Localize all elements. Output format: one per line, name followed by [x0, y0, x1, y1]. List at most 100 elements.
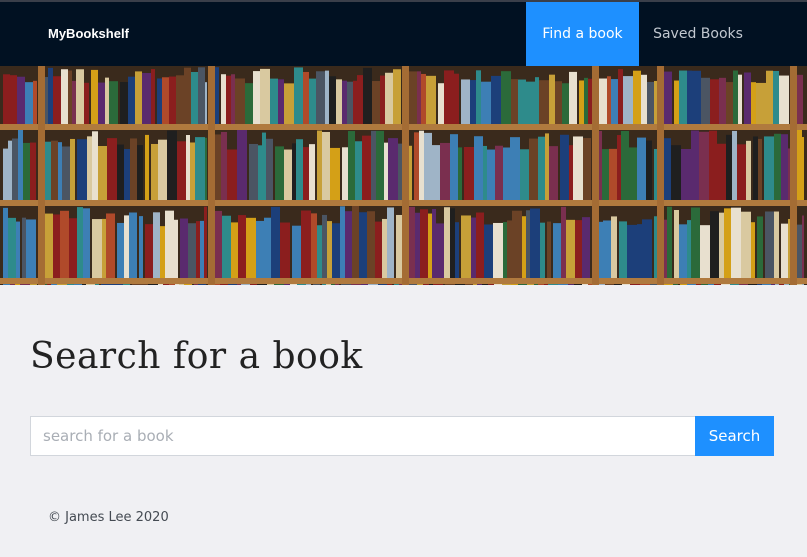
book-spine	[526, 81, 535, 124]
book-spine	[226, 75, 231, 124]
book-spine	[396, 214, 402, 278]
nav-find-a-book[interactable]: Find a book	[526, 2, 639, 66]
book-spine	[342, 147, 348, 200]
book-spine	[408, 71, 417, 124]
book-spine	[190, 142, 195, 200]
book-spine	[598, 78, 607, 124]
book-spine	[327, 221, 332, 278]
book-spine	[691, 130, 699, 200]
book-spine	[699, 131, 709, 200]
book-spine	[481, 81, 491, 124]
book-spine	[221, 74, 226, 124]
book-spine	[495, 145, 503, 200]
book-spine	[432, 145, 440, 200]
book-spine	[18, 129, 23, 200]
book-spine	[700, 225, 710, 278]
book-spine	[512, 210, 522, 278]
book-spine	[58, 142, 62, 200]
book-spine	[426, 75, 436, 124]
book-spine	[106, 213, 115, 278]
book-spine	[221, 131, 227, 200]
book-spine	[603, 220, 611, 278]
book-spine	[408, 206, 415, 278]
book-spine	[387, 207, 394, 278]
book-spine	[330, 147, 340, 200]
book-spine	[117, 144, 124, 200]
book-spine	[663, 71, 672, 124]
book-spine	[204, 206, 207, 278]
book-spine	[158, 139, 167, 200]
book-spine	[317, 130, 322, 200]
book-spine	[129, 212, 137, 278]
book-spine	[316, 71, 325, 124]
book-spine	[756, 82, 766, 124]
book-spine	[135, 71, 142, 124]
book-spine	[92, 131, 98, 200]
book-spine	[23, 142, 30, 200]
book-spine	[461, 215, 471, 278]
book-spine	[641, 74, 647, 124]
brand-logo[interactable]: MyBookshelf	[48, 2, 129, 66]
book-spine	[560, 134, 569, 200]
book-spine	[545, 133, 549, 200]
book-spine	[128, 76, 135, 124]
book-spine	[522, 216, 526, 278]
book-spine	[602, 149, 609, 200]
book-spine	[732, 130, 737, 200]
book-spine	[582, 217, 590, 278]
book-spine	[198, 67, 205, 124]
book-spine	[619, 221, 627, 278]
book-spine	[507, 220, 512, 278]
book-spine	[385, 72, 393, 124]
search-button[interactable]: Search	[695, 416, 774, 456]
book-spine	[92, 219, 102, 278]
book-spine	[444, 70, 454, 124]
book-spine	[436, 223, 444, 278]
book-spine	[367, 211, 375, 278]
hero-bookshelf-image	[0, 66, 807, 285]
book-spine	[322, 214, 327, 278]
book-spine	[617, 135, 621, 200]
book-spine	[518, 79, 526, 124]
book-spine	[176, 75, 184, 124]
book-spine	[70, 138, 75, 200]
book-spine	[774, 133, 781, 200]
book-spine	[428, 213, 432, 278]
book-spine	[540, 222, 545, 278]
book-spine	[611, 216, 617, 278]
book-spine	[579, 80, 584, 124]
book-spine	[474, 136, 483, 200]
book-spine	[83, 208, 90, 278]
book-spine	[618, 69, 623, 124]
book-spine	[681, 148, 691, 200]
shelf-divider	[38, 66, 45, 285]
book-spine	[303, 147, 309, 200]
book-spine	[679, 70, 687, 124]
book-spine	[766, 70, 773, 124]
book-spine	[280, 222, 290, 278]
book-spine	[692, 70, 701, 124]
book-spine	[470, 80, 476, 124]
book-spine	[773, 70, 779, 124]
book-spine	[432, 208, 436, 278]
book-spine	[654, 80, 657, 124]
book-spine	[117, 222, 124, 278]
book-spine	[420, 209, 428, 278]
book-spine	[647, 81, 654, 124]
book-spine	[384, 142, 388, 200]
book-spine	[376, 130, 384, 200]
book-spine	[309, 78, 316, 124]
book-spine	[10, 75, 17, 124]
shelf-divider	[208, 66, 215, 285]
book-spine	[717, 143, 726, 200]
search-input[interactable]	[30, 416, 696, 456]
book-spine	[674, 209, 679, 278]
book-spine	[719, 212, 724, 278]
book-spine	[109, 81, 118, 124]
nav-saved-books[interactable]: Saved Books	[643, 2, 753, 66]
book-spine	[555, 81, 562, 124]
book-spine	[309, 144, 315, 200]
book-spine	[375, 221, 382, 278]
book-spine	[758, 138, 762, 200]
book-spine	[476, 70, 481, 124]
